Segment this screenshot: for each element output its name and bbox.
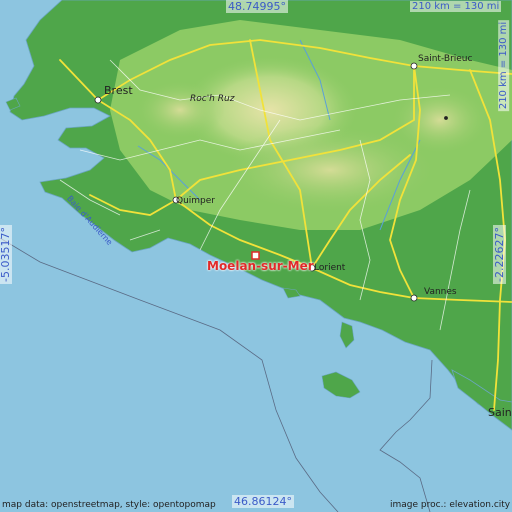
coord-top: 48.74995° <box>226 0 288 13</box>
coord-right: -2.22627° <box>492 225 506 284</box>
place-quimper: Quimper <box>176 196 216 206</box>
coord-left: -5.03517° <box>0 225 12 284</box>
scale-right: 210 km = 130 mi <box>498 19 510 112</box>
upland-north <box>135 80 225 140</box>
place-saint-edge: Saint <box>488 406 512 419</box>
highlight-marker <box>251 251 260 260</box>
upland-east <box>390 85 490 155</box>
attribution-left: map data: openstreetmap, style: opentopo… <box>2 500 216 510</box>
place-roc-h-ruz: Roc'h Ruz <box>190 94 235 104</box>
coord-bottom: 46.86124° <box>232 495 294 508</box>
scale-top: 210 km = 130 mi <box>410 1 502 12</box>
place-saint-brieuc: Saint-Brieuc <box>418 54 473 64</box>
place-lorient: Lorient <box>314 263 346 273</box>
attribution-right: image proc.: elevation.city <box>390 500 511 510</box>
highlight-place-label: Moelan-sur-Mer <box>207 259 314 273</box>
map-view[interactable]: 48.74995° 46.86124° -5.03517° -2.22627° … <box>0 0 512 512</box>
terrain-map <box>0 0 512 512</box>
place-brest: Brest <box>104 84 133 97</box>
place-vannes: Vannes <box>424 287 457 297</box>
